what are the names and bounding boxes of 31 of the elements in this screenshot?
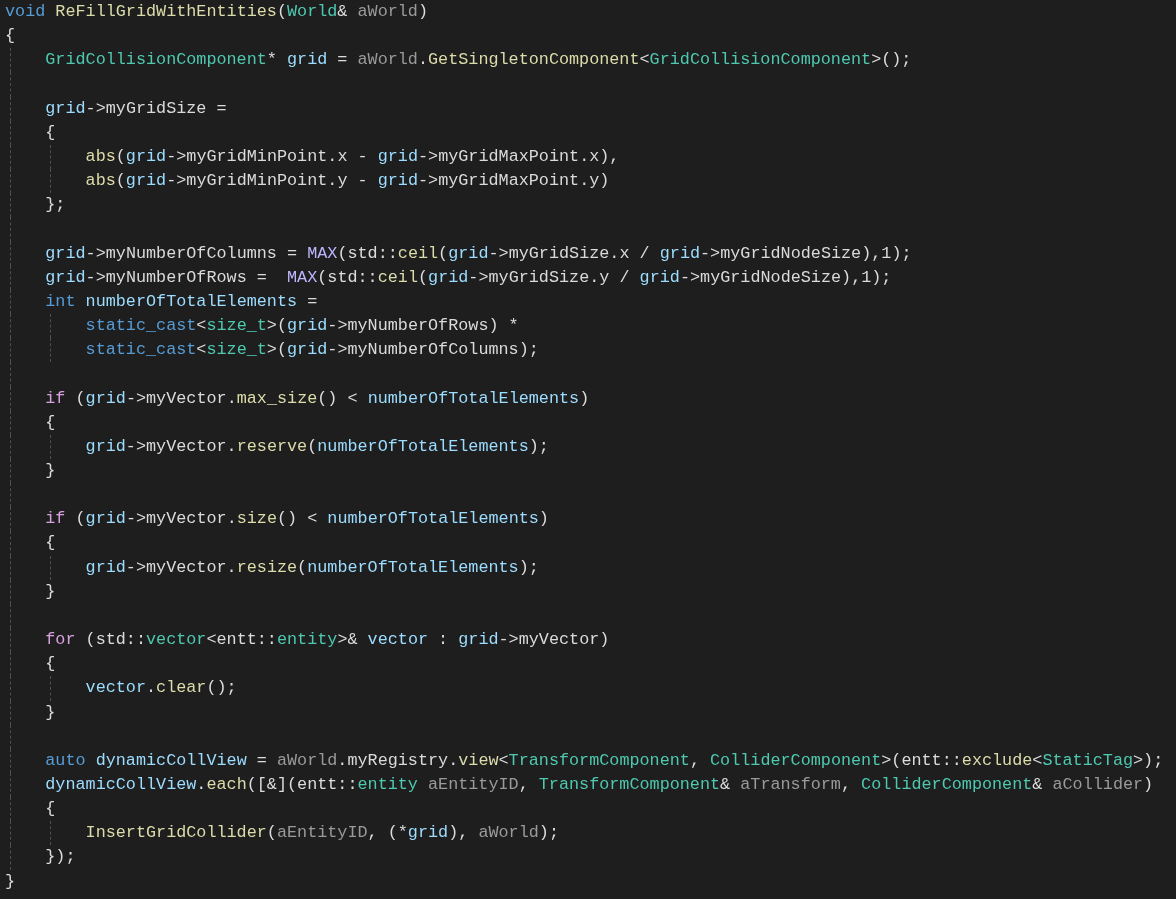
code-line: }); — [45, 846, 76, 869]
code-line: }; — [45, 194, 66, 217]
code-line: dynamicCollView.each([&](entt::entity aEntityID, TransformComponent& aTransform, ColliderComponent& aCollider) — [45, 774, 1154, 796]
code-line: grid->myNumberOfColumns = MAX(std::ceil(grid->myGridSize.x / grid->myGridNodeSize),1); — [45, 242, 912, 265]
code-line: for (std::vector<entt::entity>& vector : grid->myVector) — [45, 629, 610, 652]
code-line: static_cast<size_t>(grid->myNumberOfColumns); — [85, 339, 539, 362]
code-line: auto dynamicCollView = aWorld.myRegistry.view<TransformComponent, ColliderComponent>(entt::exclude<StaticTag>); — [45, 749, 1164, 772]
code-line: { — [45, 532, 56, 555]
code-line: } — [5, 870, 16, 893]
code-line: if (grid->myVector.max_size() < numberOfTotalElements) — [45, 387, 590, 410]
code-line: grid->myVector.resize(numberOfTotalElements); — [85, 556, 539, 579]
code-line: { — [45, 798, 56, 821]
code-line: } — [45, 701, 56, 724]
code-line: { — [45, 653, 56, 676]
code-line: { — [45, 121, 56, 144]
code-line: abs(grid->myGridMinPoint.y - grid->myGridMaxPoint.y) — [85, 170, 610, 193]
code-line: vector.clear(); — [85, 677, 237, 700]
code-line: } — [45, 580, 56, 603]
code-line: { — [5, 25, 16, 48]
code-line: void ReFillGridWithEntities(World& aWorld) — [5, 1, 429, 23]
code-line: GridCollisionComponent* grid = aWorld.GetSingletonComponent<GridCollisionComponent>(); — [45, 49, 912, 72]
code-line: grid->myNumberOfRows = MAX(std::ceil(grid->myGridSize.y / grid->myGridNodeSize),1); — [45, 266, 892, 289]
code-line: static_cast<size_t>(grid->myNumberOfRows) * — [85, 315, 519, 338]
code-line: abs(grid->myGridMinPoint.x - grid->myGridMaxPoint.x), — [85, 145, 620, 168]
code-line: grid->myGridSize = — [45, 97, 227, 120]
code-line: { — [45, 411, 56, 434]
code-line: if (grid->myVector.size() < numberOfTotalElements) — [45, 508, 549, 531]
code-line: InsertGridCollider(aEntityID, (*grid), aWorld); — [85, 822, 559, 845]
code-line: int numberOfTotalElements = — [45, 290, 318, 313]
code-line: } — [45, 459, 56, 482]
code-line: grid->myVector.reserve(numberOfTotalElements); — [85, 435, 549, 458]
